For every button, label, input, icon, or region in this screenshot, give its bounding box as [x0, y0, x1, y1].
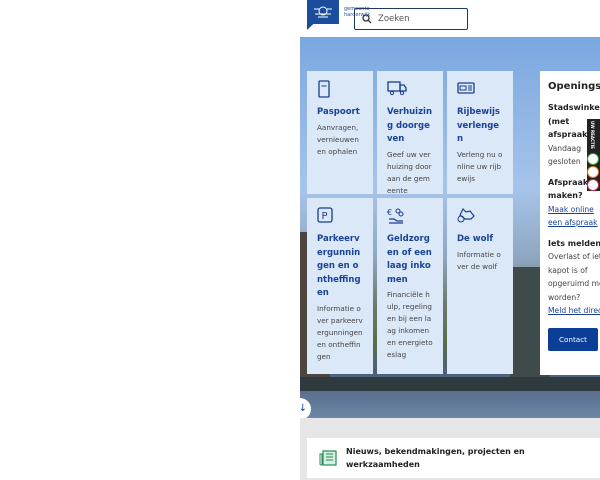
news-accordion[interactable]: Nieuws, bekendmakingen, projecten en wer… [307, 438, 600, 478]
svg-text:P: P [322, 211, 328, 222]
card-rijbewijs[interactable]: Rijbewijs verlengen Verleng nu online uw… [447, 71, 513, 194]
contact-button[interactable]: Contact [548, 327, 598, 351]
parking-icon: P [317, 207, 363, 227]
panel-title: Openingstijden [548, 81, 600, 92]
moving-truck-icon [387, 80, 433, 100]
today-status: Vandaag gesloten [548, 143, 582, 167]
passport-icon [317, 80, 363, 100]
card-text: Aanvragen, vernieuwen en ophalen [317, 122, 359, 156]
svg-text:€: € [387, 208, 392, 217]
feedback-label: UW REACTIE [590, 121, 595, 149]
driving-license-icon [457, 80, 503, 100]
happy-face-icon[interactable] [587, 153, 599, 165]
money-hand-icon: € [387, 207, 433, 227]
card-text: Informatie over parkeervergunningen en o… [317, 303, 363, 361]
card-title: De wolf [457, 234, 494, 244]
card-parkeervergunningen[interactable]: P Parkeervergunningen en ontheffingen In… [307, 198, 373, 374]
melden-link[interactable]: Meld het direct [548, 304, 600, 318]
card-text: Geef uw verhuizing door aan de gemeente [387, 149, 432, 195]
page: gemeente harderwijk Zoeken Paspoort Aanv… [300, 0, 600, 480]
sad-face-icon[interactable] [587, 179, 599, 191]
wolf-icon [457, 207, 503, 227]
card-de-wolf[interactable]: De wolf Informatie over de wolf [447, 198, 513, 374]
header: gemeente harderwijk Zoeken [300, 0, 600, 37]
card-title: Rijbewijs verlengen [457, 107, 500, 144]
neutral-face-icon[interactable] [587, 166, 599, 178]
opening-hours-panel: Openingstijden Stadswinkel (met afspraak… [540, 71, 600, 375]
melden-title: Iets melden [548, 238, 600, 248]
card-text: Informatie over de wolf [457, 249, 501, 271]
search-icon [362, 14, 372, 24]
card-text: Financiële hulp, regelingen bij een laag… [387, 290, 433, 359]
newspaper-icon [319, 450, 337, 466]
search-placeholder: Zoeken [378, 14, 410, 24]
afspraak-link[interactable]: Maak online een afspraak [548, 203, 600, 230]
card-geldzorgen[interactable]: € Geldzorgen of een laag inkomen Financi… [377, 198, 443, 374]
card-text: Verleng nu online uw rijbewijs [457, 149, 503, 183]
card-title: Verhuizing doorgeven [387, 107, 432, 144]
search-input[interactable]: Zoeken [354, 8, 468, 30]
arrow-down-icon: ↓ [300, 403, 307, 414]
news-label: Nieuws, bekendmakingen, projecten en wer… [346, 446, 525, 470]
logo[interactable] [307, 0, 339, 30]
card-title: Paspoort [317, 107, 360, 117]
card-title: Geldzorgen of een laag inkomen [387, 234, 432, 285]
card-verhuizing[interactable]: Verhuizing doorgeven Geef uw verhuizing … [377, 71, 443, 195]
melden-text: Overlast of iets dat kapot is of opgerui… [548, 252, 600, 302]
card-title: Parkeervergunningen en ontheffingen [317, 234, 361, 298]
crest-icon [314, 6, 332, 18]
afspraak-title: Afspraak maken? [548, 177, 589, 201]
card-paspoort[interactable]: Paspoort Aanvragen, vernieuwen en ophale… [307, 71, 373, 194]
